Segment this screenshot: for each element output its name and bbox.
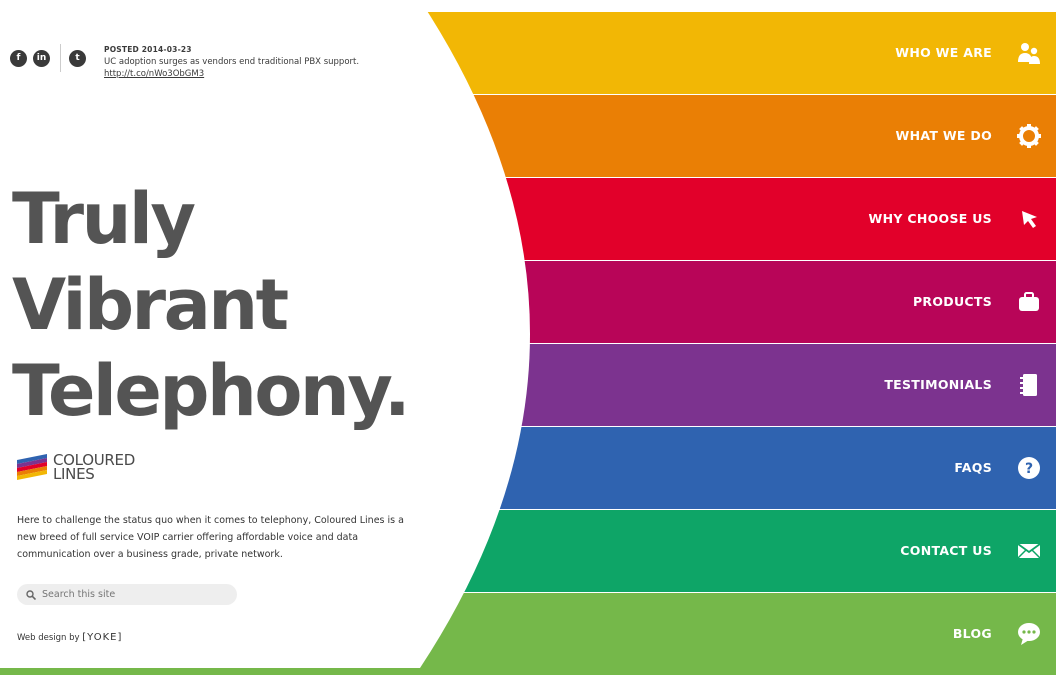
notebook-icon: [1016, 372, 1042, 398]
headline-line: Telephony.: [12, 350, 411, 432]
credit-prefix: Web design by: [17, 633, 80, 643]
search-box[interactable]: [17, 584, 237, 605]
latest-tweet: POSTED 2014-03-23 UC adoption surges as …: [104, 44, 404, 80]
envelope-icon: [1016, 538, 1042, 564]
intro-paragraph: Here to challenge the status quo when it…: [17, 515, 404, 560]
people-icon: [1016, 40, 1042, 66]
twitter-icon[interactable]: t: [69, 49, 86, 67]
linkedin-icon[interactable]: in: [33, 49, 50, 67]
logo-line-2: LINES: [53, 465, 95, 483]
nav-item-blog[interactable]: BLOG: [0, 593, 1056, 675]
facebook-icon[interactable]: f: [10, 49, 27, 67]
nav-item-faqs[interactable]: FAQS?: [0, 427, 1056, 509]
tweet-posted-date: POSTED 2014-03-23: [104, 45, 192, 54]
nav-label: WHY CHOOSE US: [868, 211, 992, 226]
design-credit: Web design by [YOKE]: [17, 632, 122, 643]
yoke-link[interactable]: [YOKE]: [82, 632, 122, 643]
cursor-icon: [1016, 206, 1042, 232]
hero-headline: Truly Vibrant Telephony.: [12, 176, 432, 434]
social-divider: [60, 44, 61, 72]
svg-text:?: ?: [1025, 461, 1033, 477]
search-icon: [26, 589, 36, 600]
gear-icon: [1016, 123, 1042, 149]
nav-label: CONTACT US: [900, 543, 992, 558]
nav-label: TESTIMONIALS: [884, 377, 992, 392]
nav-label: WHO WE ARE: [895, 45, 992, 60]
social-links: f in t: [10, 44, 92, 72]
nav-label: PRODUCTS: [912, 294, 992, 309]
tweet-text: UC adoption surges as vendors end tradit…: [104, 57, 360, 67]
tweet-link[interactable]: http://t.co/nWo3ObGM3: [104, 69, 204, 79]
nav-label: WHAT WE DO: [895, 128, 992, 143]
search-input[interactable]: [40, 588, 224, 601]
question-icon: ?: [1016, 455, 1042, 481]
chat-bubble-icon: [1016, 621, 1042, 647]
headline-line: Vibrant: [12, 264, 289, 346]
headline-line: Truly: [12, 178, 196, 260]
coloured-lines-logo[interactable]: COLOURED LINES: [17, 453, 135, 483]
nav-label: BLOG: [952, 626, 992, 641]
logo-stripes-icon: [17, 454, 47, 480]
nav-item-what-we-do[interactable]: WHAT WE DO: [0, 95, 1056, 177]
briefcase-icon: [1016, 289, 1042, 315]
nav-label: FAQS: [954, 460, 992, 475]
logo-text: COLOURED LINES: [53, 453, 135, 483]
